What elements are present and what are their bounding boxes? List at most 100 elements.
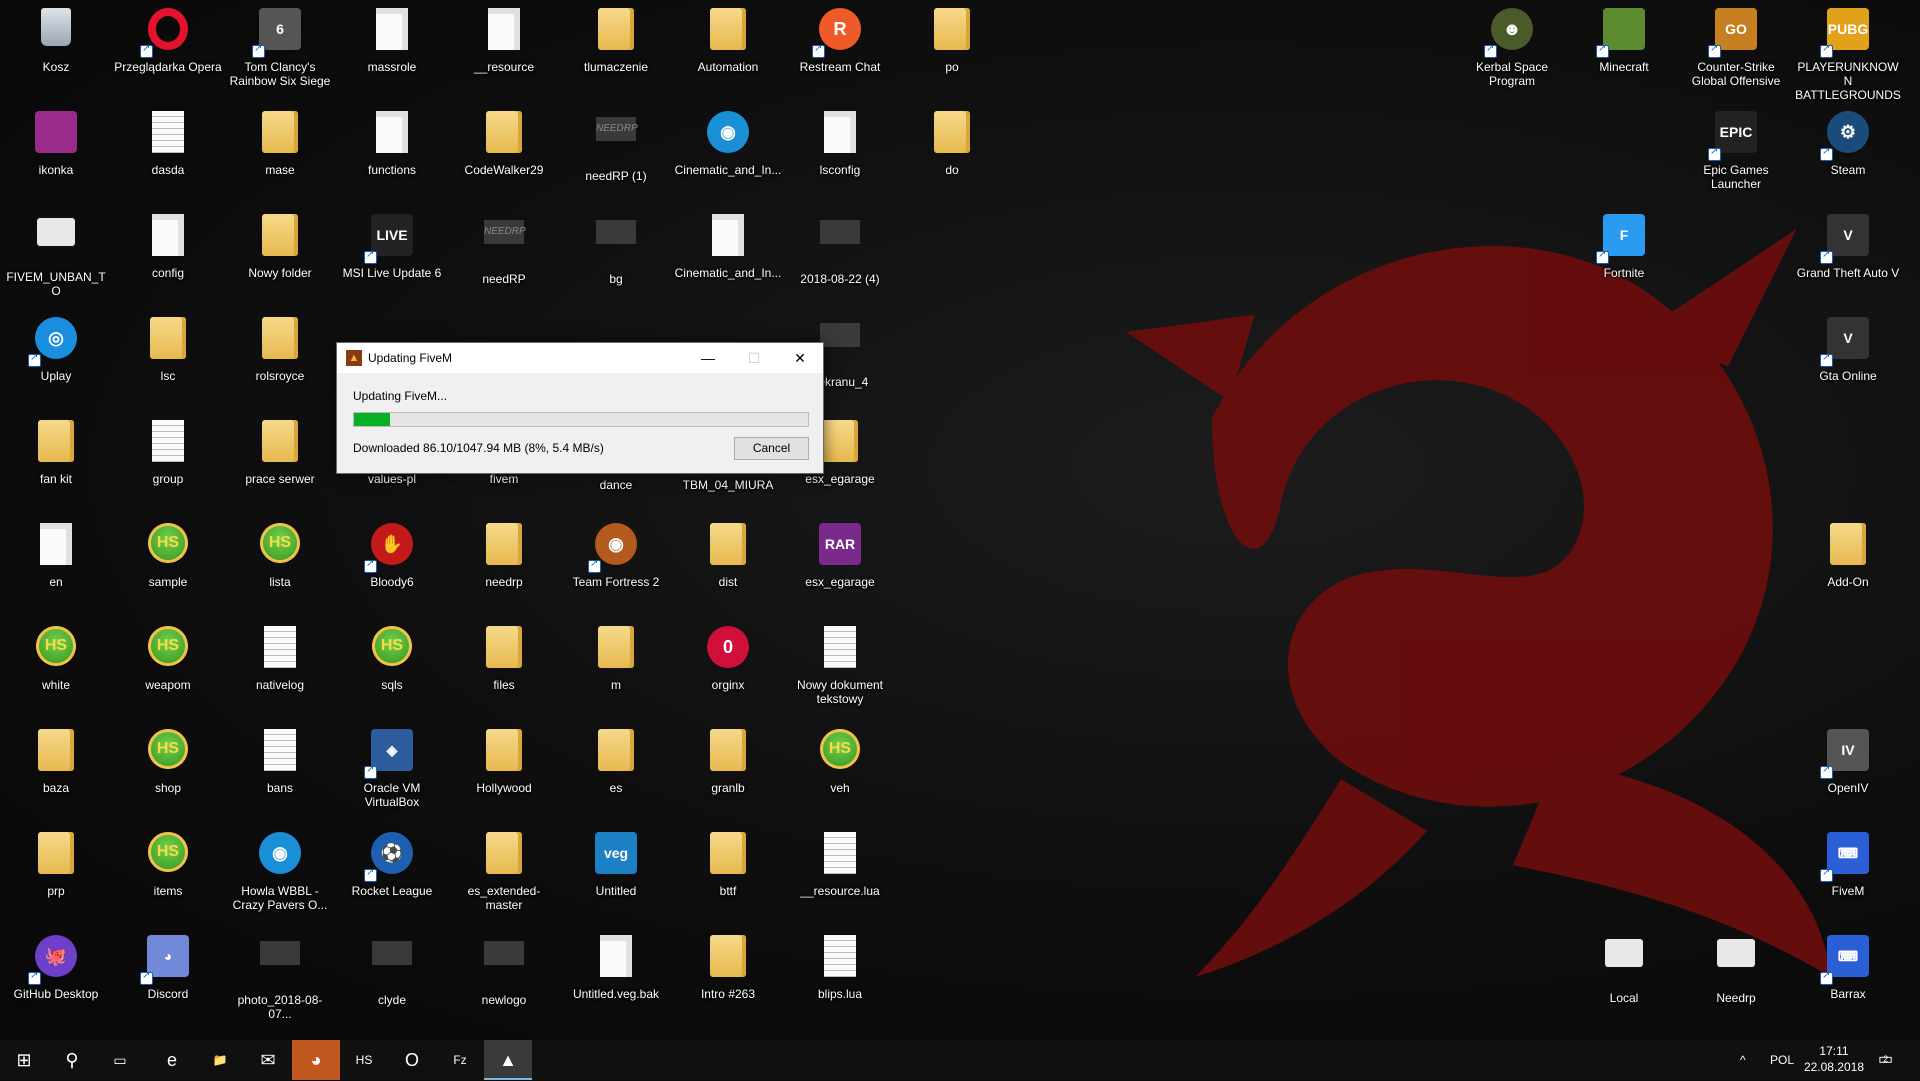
dialog-titlebar[interactable]: ▲ Updating FiveM — ☐ ✕	[337, 343, 823, 373]
desktop-icon-config[interactable]: config	[112, 208, 224, 308]
desktop-icon-msi-live-update-6[interactable]: LIVE MSI Live Update 6	[336, 208, 448, 308]
desktop-icon-untitled-veg-bak[interactable]: Untitled.veg.bak	[560, 929, 672, 1029]
taskbar-discord-icon[interactable]: ◕	[292, 1040, 340, 1080]
desktop-icon-prp[interactable]: prp	[0, 826, 112, 926]
desktop-icon-tlumaczenie[interactable]: tlumaczenie	[560, 2, 672, 102]
desktop-icon-es-extended-master[interactable]: es_extended-master	[448, 826, 560, 926]
desktop-icon-resource[interactable]: __resource	[448, 2, 560, 102]
desktop-icon-newlogo[interactable]: newlogo	[448, 929, 560, 1029]
desktop-icon-granlb[interactable]: granlb	[672, 723, 784, 823]
desktop-icon-grand-theft-auto-v[interactable]: V Grand Theft Auto V	[1792, 208, 1904, 308]
desktop-icon-codewalker29[interactable]: CodeWalker29	[448, 105, 560, 205]
desktop-icon-tom-clancy-s-rainbow-six-siege[interactable]: 6Tom Clancy's Rainbow Six Siege	[224, 2, 336, 102]
desktop-icon-przegl-darka-opera[interactable]: Przeglądarka Opera	[112, 2, 224, 102]
desktop-icon-group[interactable]: group	[112, 414, 224, 514]
desktop-icon-howla-wbbl-crazy-pavers-o[interactable]: ◉ Howla WBBL - Crazy Pavers O...	[224, 826, 336, 926]
desktop-icon-github-desktop[interactable]: 🐙 GitHub Desktop	[0, 929, 112, 1029]
desktop-icon-barrax[interactable]: ⌨ Barrax	[1792, 929, 1904, 1029]
taskbar-filezilla-icon[interactable]: Fz	[436, 1040, 484, 1080]
search-icon[interactable]: ⚲	[48, 1040, 96, 1080]
desktop-icon-mase[interactable]: mase	[224, 105, 336, 205]
close-button[interactable]: ✕	[777, 343, 823, 373]
desktop-icon-dist[interactable]: dist	[672, 517, 784, 617]
desktop-icon-lsconfig[interactable]: lsconfig	[784, 105, 896, 205]
desktop-icon-add-on[interactable]: Add-On	[1792, 517, 1904, 617]
taskbar-hs-app-icon[interactable]: HS	[340, 1040, 388, 1080]
tray-overflow-chevron-icon[interactable]: ^	[1740, 1040, 1746, 1080]
desktop-icon-lista[interactable]: HS lista	[224, 517, 336, 617]
desktop-icon-en[interactable]: en	[0, 517, 112, 617]
desktop-icon-counter-strike-global-offensive[interactable]: GOCounter-Strike Global Offensive	[1680, 2, 1792, 102]
desktop-icon-nativelog[interactable]: nativelog	[224, 620, 336, 720]
desktop-icon-po[interactable]: po	[896, 2, 1008, 102]
desktop-icon-bttf[interactable]: bttf	[672, 826, 784, 926]
desktop-icon-nowy-folder[interactable]: Nowy folder	[224, 208, 336, 308]
desktop-icon-prace-serwer[interactable]: prace serwer	[224, 414, 336, 514]
language-indicator[interactable]: POL	[1770, 1040, 1794, 1080]
desktop-icon-gta-online[interactable]: V Gta Online	[1792, 311, 1904, 411]
desktop-icon-fortnite[interactable]: F Fortnite	[1568, 208, 1680, 308]
desktop-icon-baza[interactable]: baza	[0, 723, 112, 823]
desktop-icon-restream-chat[interactable]: R Restream Chat	[784, 2, 896, 102]
desktop-icon-untitled[interactable]: veg Untitled	[560, 826, 672, 926]
desktop-icon-nowy-dokument-tekstowy[interactable]: Nowy dokument tekstowy	[784, 620, 896, 720]
desktop-icon-bloody6[interactable]: ✋ Bloody6	[336, 517, 448, 617]
desktop-icon-needrp-1[interactable]: NEEDRP needRP (1)	[560, 105, 672, 205]
desktop-icon-weapom[interactable]: HS weapom	[112, 620, 224, 720]
desktop-icon-es[interactable]: es	[560, 723, 672, 823]
taskbar-fivem-icon[interactable]: ▲	[484, 1040, 532, 1080]
desktop-icon-kosz[interactable]: Kosz	[0, 2, 112, 102]
start-button[interactable]: ⊞	[0, 1040, 48, 1080]
taskbar-edge-icon[interactable]: e	[148, 1040, 196, 1080]
desktop-icon-clyde[interactable]: clyde	[336, 929, 448, 1029]
taskbar-clock[interactable]: 17:11 22.08.2018	[1804, 1043, 1864, 1075]
desktop-icon-fan-kit[interactable]: fan kit	[0, 414, 112, 514]
desktop-icon-massrole[interactable]: massrole	[336, 2, 448, 102]
desktop-icon-bg[interactable]: bg	[560, 208, 672, 308]
desktop-icon-rolsroyce[interactable]: rolsroyce	[224, 311, 336, 411]
desktop-icon-fivem-unban-to[interactable]: FIVEM_UNBAN_TO	[0, 208, 112, 308]
desktop-icon-functions[interactable]: functions	[336, 105, 448, 205]
desktop-icon-veh[interactable]: HS veh	[784, 723, 896, 823]
desktop-icon-playerunknown-battlegrounds[interactable]: PUBGPLAYERUNKNOWN BATTLEGROUNDS	[1792, 2, 1904, 102]
desktop-icon-sample[interactable]: HS sample	[112, 517, 224, 617]
desktop-icon-cinematic-and-in[interactable]: Cinematic_and_In...	[672, 208, 784, 308]
desktop-icon-needrp[interactable]: Needrp	[1680, 929, 1792, 1029]
desktop-icon-minecraft[interactable]: Minecraft	[1568, 2, 1680, 102]
desktop-icon-shop[interactable]: HS shop	[112, 723, 224, 823]
desktop-icon-hollywood[interactable]: Hollywood	[448, 723, 560, 823]
desktop-icon-bans[interactable]: bans	[224, 723, 336, 823]
desktop-icon-files[interactable]: files	[448, 620, 560, 720]
task-view-icon[interactable]: ▭	[96, 1040, 144, 1080]
desktop-icon-needrp[interactable]: needrp	[448, 517, 560, 617]
desktop-icon-sqls[interactable]: HS sqls	[336, 620, 448, 720]
desktop-icon-blips-lua[interactable]: blips.lua	[784, 929, 896, 1029]
desktop-icon-cinematic-and-in[interactable]: ◉ Cinematic_and_In...	[672, 105, 784, 205]
desktop-icon-do[interactable]: do	[896, 105, 1008, 205]
desktop-icon-openiv[interactable]: IV OpenIV	[1792, 723, 1904, 823]
desktop-icon-esx-egarage[interactable]: RAR esx_egarage	[784, 517, 896, 617]
taskbar-file-explorer-icon[interactable]: 📁	[196, 1040, 244, 1080]
desktop-icon-oracle-vm-virtualbox[interactable]: ◈Oracle VM VirtualBox	[336, 723, 448, 823]
taskbar-mail-icon[interactable]: ✉	[244, 1040, 292, 1080]
desktop-icon-kerbal-space-program[interactable]: ☻Kerbal Space Program	[1456, 2, 1568, 102]
desktop-icon-fivem[interactable]: ⌨ FiveM	[1792, 826, 1904, 926]
desktop-icon-discord[interactable]: ◕ Discord	[112, 929, 224, 1029]
minimize-button[interactable]: —	[685, 343, 731, 373]
desktop-icon-intro-263[interactable]: Intro #263	[672, 929, 784, 1029]
cancel-button[interactable]: Cancel	[734, 437, 809, 460]
desktop-icon-orginx[interactable]: 0 orginx	[672, 620, 784, 720]
action-center-icon[interactable]: ▭2	[1878, 1040, 1898, 1080]
desktop-icon-photo-2018-08-07[interactable]: photo_2018-08-07...	[224, 929, 336, 1029]
desktop-icon-steam[interactable]: ⚙ Steam	[1792, 105, 1904, 205]
desktop-icon-ikonka[interactable]: ikonka	[0, 105, 112, 205]
desktop-icon-local[interactable]: Local	[1568, 929, 1680, 1029]
desktop-icon-items[interactable]: HS items	[112, 826, 224, 926]
taskbar-opera-icon[interactable]: O	[388, 1040, 436, 1080]
desktop-icon-needrp[interactable]: NEEDRP needRP	[448, 208, 560, 308]
desktop-icon-lsc[interactable]: lsc	[112, 311, 224, 411]
desktop-icon-white[interactable]: HS white	[0, 620, 112, 720]
desktop-icon-uplay[interactable]: ◎ Uplay	[0, 311, 112, 411]
desktop-icon-resource-lua[interactable]: __resource.lua	[784, 826, 896, 926]
desktop-icon-automation[interactable]: Automation	[672, 2, 784, 102]
